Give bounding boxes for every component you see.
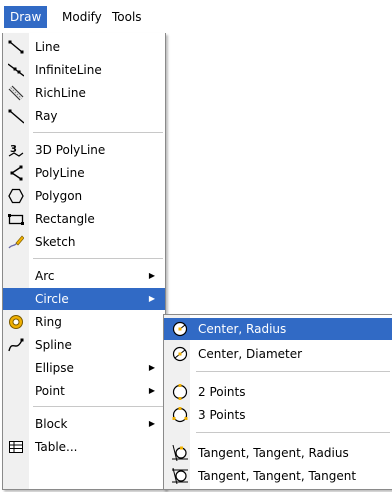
- sketch-icon: [8, 234, 25, 250]
- menu-item-arc[interactable]: Arc ▶: [3, 265, 165, 287]
- circle-center-diameter-icon: [172, 346, 188, 362]
- submenu-arrow-icon: ▶: [148, 363, 155, 372]
- submenu-item-tangent-tangent-radius[interactable]: Tangent, Tangent, Radius: [164, 442, 392, 464]
- table-icon: [8, 439, 24, 455]
- submenu-item-tangent-tangent-tangent[interactable]: Tangent, Tangent, Tangent: [164, 465, 392, 487]
- menu-tools[interactable]: Tools: [106, 6, 148, 28]
- line-icon: [8, 39, 24, 55]
- submenu-arrow-icon: ▶: [148, 419, 155, 428]
- menu-separator: [33, 406, 163, 407]
- circle-center-radius-icon: [172, 321, 188, 337]
- submenu-arrow-icon: ▶: [148, 271, 155, 280]
- menu-item-infinite-line[interactable]: InfiniteLine: [3, 59, 165, 81]
- submenu-arrow-icon: ▶: [148, 294, 155, 303]
- menu-item-rectangle[interactable]: Rectangle: [3, 208, 165, 230]
- menu-separator: [196, 432, 390, 433]
- ring-icon: [8, 314, 24, 330]
- infinite-line-icon: [7, 62, 25, 78]
- submenu-item-3-points[interactable]: 3 Points: [164, 404, 392, 426]
- menu-item-point[interactable]: Point ▶: [3, 380, 165, 402]
- menu-item-ellipse[interactable]: Ellipse ▶: [3, 357, 165, 379]
- menu-separator: [33, 132, 163, 133]
- menu-draw[interactable]: Draw: [4, 6, 48, 28]
- draw-menu: Line InfiniteLine RichLine Ray 3 3D Poly…: [2, 33, 166, 490]
- submenu-item-center-diameter[interactable]: Center, Diameter: [164, 343, 392, 365]
- menu-item-spline[interactable]: Spline: [3, 334, 165, 356]
- menu-item-polygon[interactable]: Polygon: [3, 185, 165, 207]
- ray-icon: [8, 108, 25, 124]
- circle-submenu: Center, Radius Center, Diameter 2 Points…: [163, 314, 392, 490]
- menu-item-table[interactable]: Table...: [3, 436, 165, 458]
- 3d-polyline-icon: 3: [8, 142, 24, 158]
- submenu-item-center-radius[interactable]: Center, Radius: [164, 318, 392, 340]
- rectangle-icon: [8, 211, 24, 227]
- circle-ttt-icon: [172, 467, 188, 485]
- menu-bar: Draw Modify Tools: [0, 0, 392, 33]
- menu-item-block[interactable]: Block ▶: [3, 413, 165, 435]
- menu-separator: [33, 258, 163, 259]
- menu-item-ring[interactable]: Ring: [3, 311, 165, 333]
- menu-item-sketch[interactable]: Sketch: [3, 231, 165, 253]
- menu-item-ray[interactable]: Ray: [3, 105, 165, 127]
- menu-item-3d-polyline[interactable]: 3 3D PolyLine: [3, 139, 165, 161]
- submenu-item-2-points[interactable]: 2 Points: [164, 381, 392, 403]
- menu-item-circle[interactable]: Circle ▶: [3, 288, 165, 310]
- menu-item-polyline[interactable]: PolyLine: [3, 162, 165, 184]
- polygon-icon: [8, 188, 24, 204]
- circle-2-points-icon: [172, 384, 188, 400]
- menu-item-rich-line[interactable]: RichLine: [3, 82, 165, 104]
- menu-modify[interactable]: Modify: [56, 6, 108, 28]
- rich-line-icon: [8, 85, 24, 101]
- polyline-icon: [8, 165, 24, 181]
- submenu-arrow-icon: ▶: [148, 386, 155, 395]
- spline-icon: [8, 337, 24, 353]
- menu-item-line[interactable]: Line: [3, 36, 165, 58]
- circle-3-points-icon: [172, 407, 188, 423]
- circle-ttr-icon: [172, 444, 188, 462]
- menu-separator: [196, 371, 390, 372]
